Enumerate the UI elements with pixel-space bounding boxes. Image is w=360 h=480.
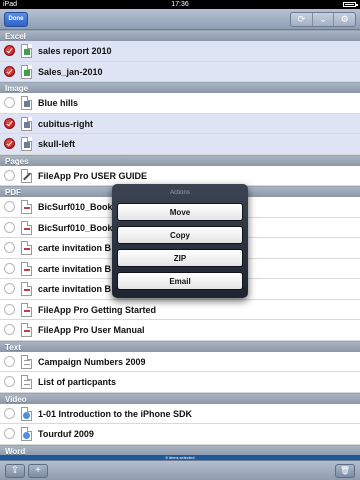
excel-file-icon	[21, 64, 32, 79]
unchecked-circle-icon[interactable]	[4, 355, 15, 367]
pdf-file-icon	[21, 282, 32, 296]
file-row[interactable]: cubitus-right	[0, 113, 360, 134]
status-bar: iPad 17:36	[0, 0, 360, 9]
file-name: List of particpants	[38, 377, 117, 387]
pdf-file-icon	[21, 200, 32, 214]
file-name: Sales_jan-2010	[38, 66, 103, 77]
unchecked-circle-icon[interactable]	[4, 407, 15, 419]
pdf-file-icon	[21, 220, 32, 235]
excel-file-icon	[21, 44, 32, 58]
navigation-bar: Done ⟳ ⌄ ⚙	[0, 9, 360, 30]
file-name: FileApp Pro Getting Started	[38, 304, 157, 315]
unchecked-circle-icon[interactable]	[4, 303, 15, 315]
file-name: carte invitation B	[38, 243, 112, 253]
checked-circle-icon[interactable]	[4, 138, 15, 149]
move-button[interactable]: Move	[117, 203, 243, 221]
unchecked-circle-icon[interactable]	[4, 324, 15, 335]
file-row[interactable]: Sales_jan-2010	[0, 61, 360, 82]
pdf-file-icon	[21, 241, 32, 255]
clock: 17:36	[171, 1, 189, 8]
text-file-icon	[21, 375, 32, 389]
file-row[interactable]: Blue hills	[0, 93, 360, 114]
section-header-image: Image	[0, 82, 360, 93]
unchecked-circle-icon[interactable]	[4, 169, 15, 181]
section-header-pages: Pages	[0, 154, 360, 166]
image-file-icon	[21, 116, 32, 131]
section-header-word: Word	[0, 444, 360, 455]
file-row[interactable]: sales report 2010	[0, 41, 360, 62]
section-header-text: Text	[0, 340, 360, 352]
file-row[interactable]: Tourduf 2009	[0, 424, 360, 445]
unchecked-circle-icon[interactable]	[4, 242, 15, 253]
battery-icon	[343, 2, 358, 7]
checked-circle-icon[interactable]	[4, 65, 15, 77]
done-button[interactable]: Done	[4, 12, 28, 27]
pages-file-icon	[21, 168, 32, 183]
unchecked-circle-icon[interactable]	[4, 221, 15, 233]
file-name: Blue hills	[38, 98, 79, 108]
file-row[interactable]: FileApp Pro Getting Started	[0, 299, 360, 320]
action-segmented-control: ⟳ ⌄ ⚙	[290, 12, 356, 27]
trash-icon[interactable]: 🗑	[335, 464, 355, 478]
unchecked-circle-icon[interactable]	[4, 201, 15, 212]
file-row[interactable]: 1-01 Introduction to the iPhone SDK	[0, 403, 360, 424]
file-name: cubitus-right	[38, 118, 93, 129]
image-file-icon	[21, 137, 32, 151]
popover-title: Actions	[170, 190, 190, 196]
section-header-video: Video	[0, 392, 360, 404]
unchecked-circle-icon[interactable]	[4, 262, 15, 274]
pdf-file-icon	[21, 261, 32, 276]
file-name: Tourduf 2009	[38, 429, 94, 439]
file-row[interactable]: Campaign Numbers 2009	[0, 351, 360, 372]
file-row[interactable]: FileApp Pro USER GUIDE	[0, 165, 360, 186]
file-name: carte invitation B	[38, 284, 112, 294]
text-file-icon	[21, 354, 32, 369]
unchecked-circle-icon[interactable]	[4, 283, 15, 294]
file-row[interactable]: skull-left	[0, 134, 360, 155]
file-row[interactable]: FileApp Pro User Manual	[0, 320, 360, 341]
image-file-icon	[21, 96, 32, 110]
video-file-icon	[21, 427, 32, 441]
app-window: iPad 17:36 Done ⟳ ⌄ ⚙ Excel sales report …	[0, 0, 360, 480]
pdf-file-icon	[21, 323, 32, 337]
file-name: 1-01 Introduction to the iPhone SDK	[38, 408, 193, 419]
file-name: carte invitation B	[38, 263, 112, 274]
zip-button[interactable]: ZIP	[117, 249, 243, 267]
sort-icon[interactable]: ⌄	[311, 13, 334, 26]
bottom-toolbar: ⇪ + 🗑	[0, 460, 360, 480]
file-name: skull-left	[38, 139, 76, 149]
file-row[interactable]: List of particpants	[0, 372, 360, 393]
refresh-icon[interactable]: ⟳	[291, 13, 312, 26]
actions-popover: Actions Move Copy ZIP Email	[112, 184, 248, 298]
video-file-icon	[21, 406, 32, 421]
unchecked-circle-icon[interactable]	[4, 97, 15, 108]
file-name: FileApp Pro User Manual	[38, 325, 145, 335]
file-name: FileApp Pro USER GUIDE	[38, 170, 148, 181]
gear-icon[interactable]: ⚙	[333, 13, 355, 26]
checked-circle-icon[interactable]	[4, 117, 15, 129]
section-header-excel: Excel	[0, 30, 360, 41]
unchecked-circle-icon[interactable]	[4, 376, 15, 387]
share-icon[interactable]: ⇪	[5, 464, 25, 478]
copy-button[interactable]: Copy	[117, 226, 243, 244]
checked-circle-icon[interactable]	[4, 45, 15, 56]
pdf-file-icon	[21, 302, 32, 317]
file-name: Campaign Numbers 2009	[38, 356, 146, 367]
add-icon[interactable]: +	[28, 464, 48, 478]
file-name: sales report 2010	[38, 46, 112, 56]
unchecked-circle-icon[interactable]	[4, 428, 15, 439]
email-button[interactable]: Email	[117, 272, 243, 290]
file-name: BicSurf010_Book	[38, 202, 113, 212]
file-name: BicSurf010_Book	[38, 222, 113, 233]
